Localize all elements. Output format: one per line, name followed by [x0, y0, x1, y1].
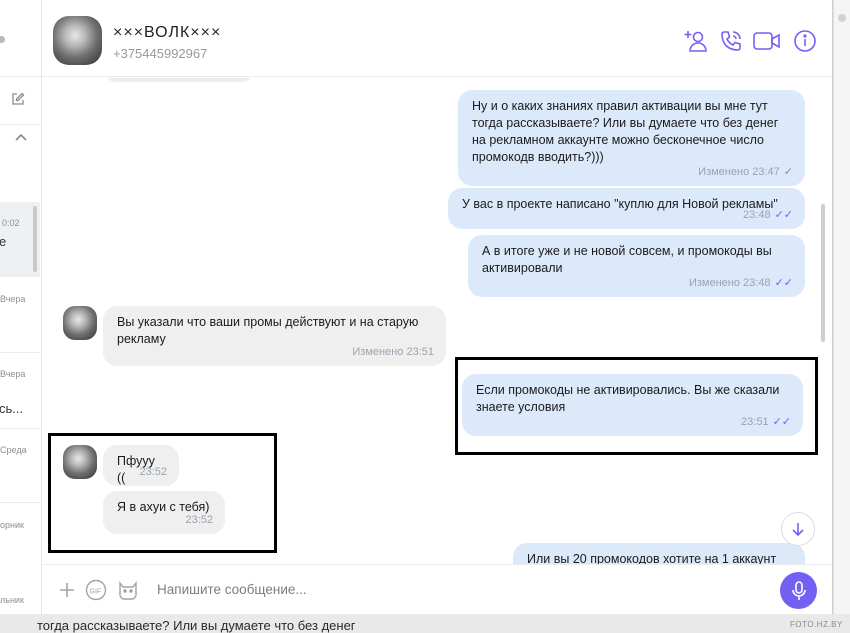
chat-list-sidebar: 0:02 е Вчера Вчера сь... Среда орник льн… [0, 0, 42, 633]
background-window-edge [833, 0, 850, 614]
contact-phone: +375445992967 [113, 46, 208, 61]
watermark: FOTO.HZ.BY [790, 620, 843, 629]
microphone-icon [791, 580, 806, 600]
message-text: Ну и о каких знаниях правил активации вы… [472, 99, 779, 164]
message-time: Изменено 23:48 [688, 277, 771, 289]
contact-name[interactable]: ×××ВОЛК××× [113, 24, 221, 42]
sidebar-item-time: Среда [0, 445, 27, 455]
message-bubble-outgoing[interactable]: Или вы 20 промокодов хотите на 1 аккаунт [513, 543, 805, 564]
menu-dot-icon[interactable] [0, 36, 5, 43]
chat-header: ×××ВОЛК××× +375445992967 [42, 0, 832, 77]
divider [0, 76, 41, 77]
plus-icon[interactable] [58, 579, 76, 601]
divider [0, 352, 41, 353]
arrow-down-icon [792, 523, 804, 537]
message-time: Изменено 23:47 [698, 166, 780, 178]
message-meta: Изменено 23:47 ✓ [698, 164, 793, 181]
scroll-to-bottom-button[interactable] [781, 512, 815, 546]
read-double-check-icon: ✓✓ [774, 277, 793, 289]
sidebar-scrollbar[interactable] [33, 206, 37, 272]
svg-text:GIF: GIF [90, 589, 102, 596]
sticker-icon[interactable] [116, 579, 140, 601]
add-participant-icon[interactable] [683, 28, 709, 54]
sent-check-icon: ✓ [783, 166, 793, 178]
message-bubble-incoming[interactable]: Вы указали что ваши промы действуют и на… [103, 306, 446, 366]
message-bubble-outgoing[interactable]: А в итоге уже и не новой совсем, и промо… [468, 235, 805, 297]
message-text: Или вы 20 промокодов хотите на 1 аккаунт [527, 552, 777, 564]
message-text: Вы указали что ваши промы действуют и на… [117, 315, 419, 346]
message-bubble-outgoing[interactable]: Ну и о каких знаниях правил активации вы… [458, 90, 805, 186]
video-call-icon[interactable] [752, 28, 782, 54]
gif-icon[interactable]: GIF [84, 579, 108, 601]
sidebar-item-preview: е [0, 234, 6, 249]
contact-avatar[interactable] [53, 16, 102, 65]
sidebar-item-time: орник [0, 520, 24, 530]
divider [0, 428, 41, 429]
message-meta: Изменено 23:48 ✓✓ [689, 275, 793, 292]
message-time: 23:48 [743, 209, 771, 221]
message-time: Изменено 23:51 [352, 346, 434, 358]
message-composer: GIF Напишите сообщение... [42, 564, 832, 614]
read-double-check-icon: ✓✓ [774, 209, 793, 221]
highlight-box [455, 357, 818, 455]
divider [0, 124, 41, 125]
sidebar-item-time: льник [0, 595, 24, 605]
message-text: А в итоге уже и не новой совсем, и промо… [482, 244, 772, 275]
sidebar-item-preview: сь... [0, 401, 24, 416]
message-meta: Изменено 23:51 [352, 344, 434, 361]
sidebar-item-time: Вчера [0, 294, 26, 304]
call-icon[interactable] [718, 28, 744, 54]
message-list[interactable]: Ну и о каких знаниях правил активации вы… [42, 78, 832, 564]
voice-message-button[interactable] [780, 572, 817, 609]
chat-window: ×××ВОЛК××× +375445992967 Ну и о каких зн… [42, 0, 833, 614]
message-bubble-outgoing[interactable]: У вас в проекте написано "куплю для Ново… [448, 188, 805, 229]
collapse-chevron-icon[interactable] [14, 132, 28, 142]
background-message-text: тогда рассказываете? Или вы думаете что … [37, 618, 356, 633]
message-text: У вас в проекте написано "куплю для Ново… [462, 197, 778, 211]
info-icon[interactable] [792, 28, 818, 54]
divider [0, 502, 41, 503]
highlight-box [48, 433, 277, 553]
compose-icon[interactable] [11, 92, 25, 106]
message-bubble-partial [104, 78, 254, 82]
sidebar-item-time: Вчера [0, 369, 26, 379]
background-dot [838, 14, 846, 22]
sender-avatar[interactable] [63, 306, 97, 340]
message-input[interactable]: Напишите сообщение... [157, 582, 307, 597]
message-scrollbar[interactable] [821, 204, 825, 342]
sidebar-item-time: 0:02 [2, 218, 20, 228]
message-meta: 23:48 ✓✓ [743, 207, 793, 224]
